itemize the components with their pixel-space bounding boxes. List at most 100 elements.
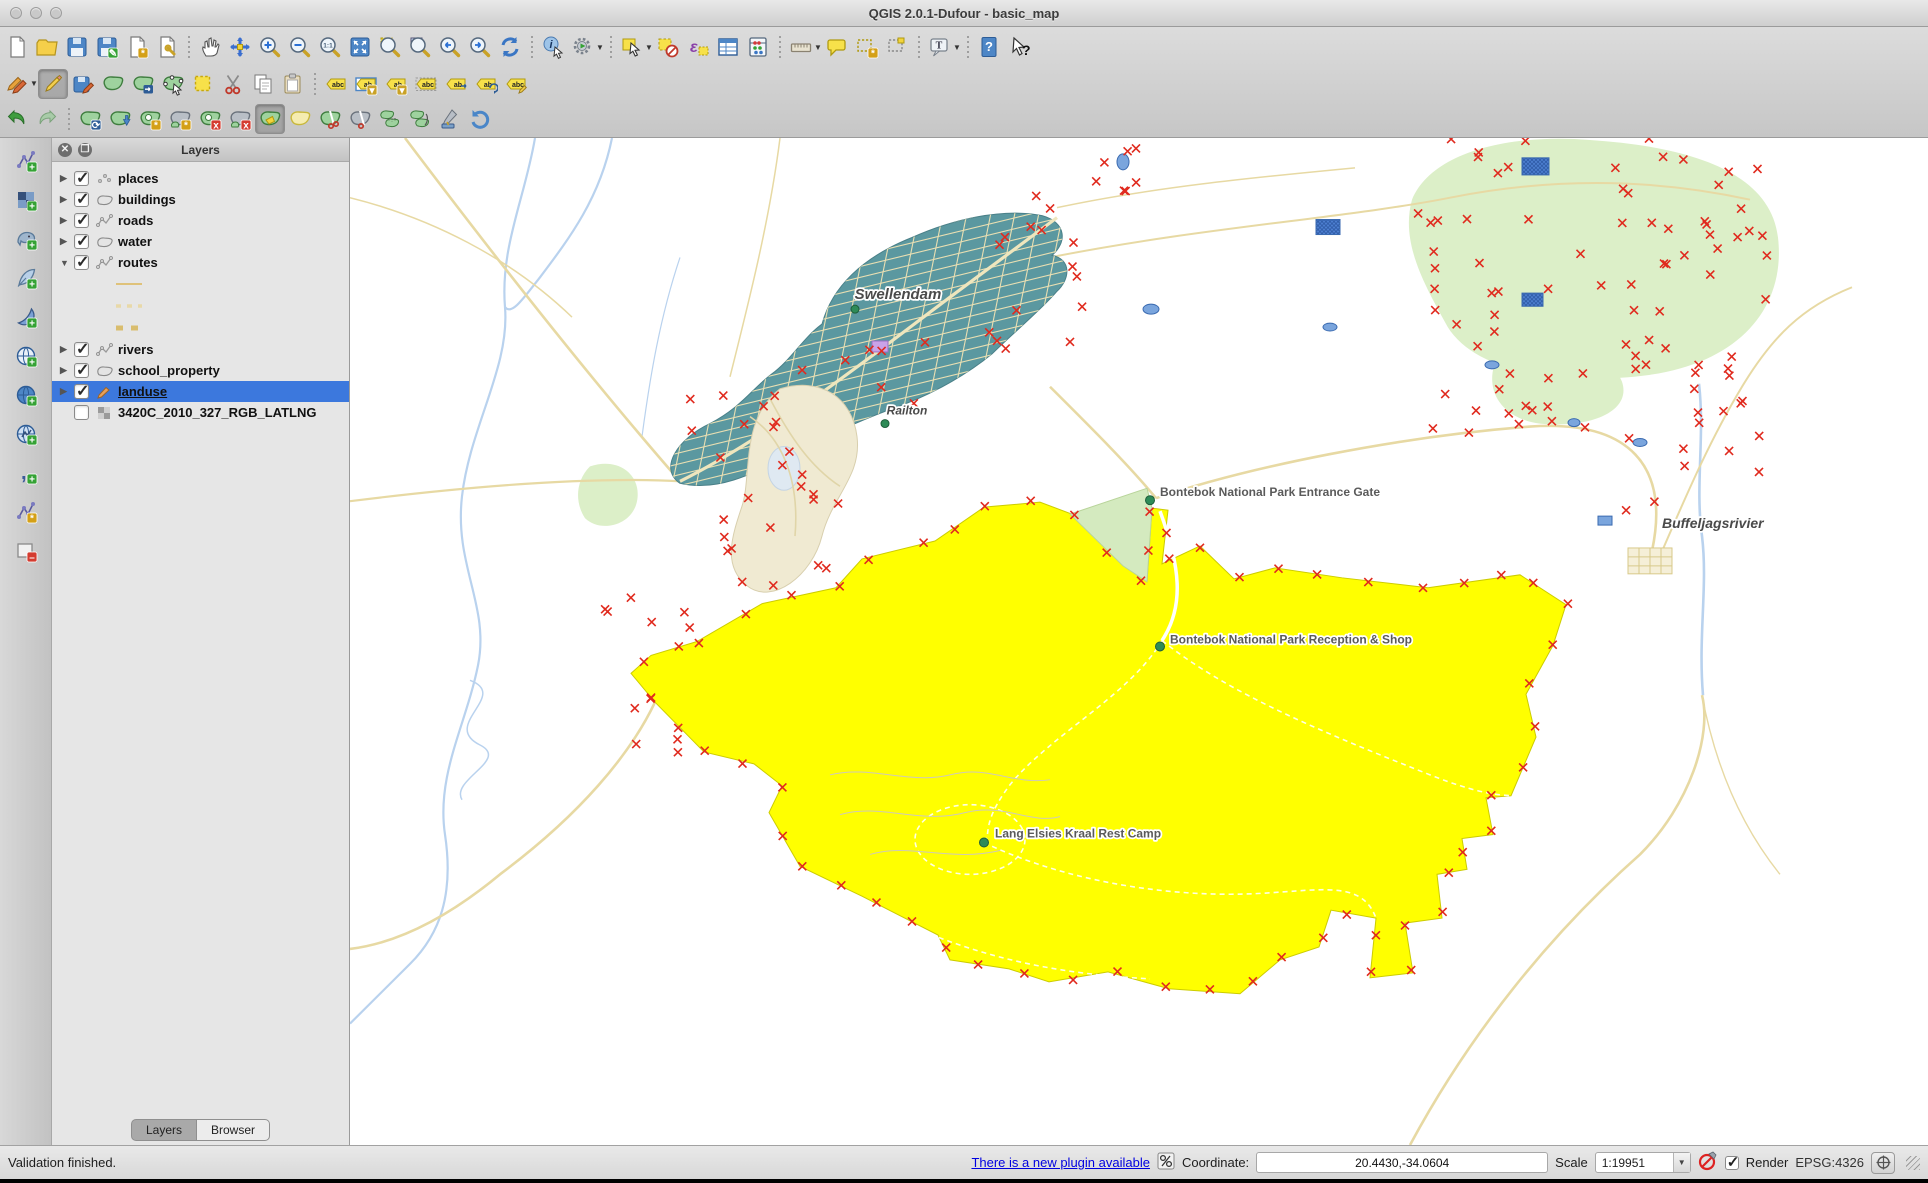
move-label-button[interactable]: ab	[441, 69, 471, 99]
help-contents-button[interactable]: ?	[974, 32, 1004, 62]
vertex-marker-icon[interactable]	[724, 547, 732, 555]
layer-visibility-checkbox[interactable]	[74, 363, 89, 378]
scale-dropdown-arrow-icon[interactable]: ▼	[1673, 1153, 1690, 1172]
open-project-button[interactable]	[32, 32, 62, 62]
zoom-last-button[interactable]	[435, 32, 465, 62]
pin-labels-button[interactable]: ab▾	[351, 69, 381, 99]
new-bookmark-button[interactable]: *	[852, 32, 882, 62]
save-layer-edits-button[interactable]	[68, 69, 98, 99]
vertex-marker-icon[interactable]	[1755, 468, 1763, 476]
vertex-marker-icon[interactable]	[1046, 204, 1054, 212]
run-feature-action-button[interactable]	[568, 32, 598, 62]
vertex-marker-icon[interactable]	[1724, 365, 1732, 373]
layers-panel-header[interactable]: ✕ ❐ Layers	[52, 138, 349, 162]
layer-visibility-checkbox[interactable]	[74, 384, 89, 399]
toggle-editing-button[interactable]	[38, 69, 68, 99]
highlight-pinned-labels-button[interactable]: ab▾	[381, 69, 411, 99]
add-mssql-layer-button[interactable]: +	[10, 302, 42, 332]
vertex-marker-icon[interactable]	[674, 735, 682, 743]
plugin-icon[interactable]	[1157, 1152, 1175, 1173]
show-hidden-labels-button[interactable]: abc	[411, 69, 441, 99]
add-wfs-layer-button[interactable]: +	[10, 419, 42, 449]
field-calculator-button[interactable]	[743, 32, 773, 62]
vertex-marker-icon[interactable]	[648, 618, 656, 626]
layer-item-places[interactable]: ▶places	[52, 168, 349, 189]
vertex-marker-icon[interactable]	[1472, 407, 1480, 415]
open-attribute-table-button[interactable]	[713, 32, 743, 62]
vertex-marker-icon[interactable]	[1066, 338, 1074, 346]
zoom-in-button[interactable]	[255, 32, 285, 62]
show-bookmarks-button[interactable]	[882, 32, 912, 62]
layer-item-buildings[interactable]: ▶buildings	[52, 189, 349, 210]
vertex-marker-icon[interactable]	[1124, 147, 1132, 155]
vertex-marker-icon[interactable]	[1679, 445, 1687, 453]
vertex-marker-icon[interactable]	[686, 395, 694, 403]
undo-button[interactable]	[2, 104, 32, 134]
vertex-marker-icon[interactable]	[1720, 407, 1728, 415]
coordinate-input[interactable]: 20.4430,-34.0604	[1256, 1152, 1548, 1173]
vertex-marker-icon[interactable]	[1100, 158, 1108, 166]
reshape-features-button[interactable]	[255, 104, 285, 134]
layer-item-roads[interactable]: ▶roads	[52, 210, 349, 231]
pan-map-button[interactable]	[195, 32, 225, 62]
vertex-marker-icon[interactable]	[1073, 272, 1081, 280]
measure-button[interactable]	[786, 32, 816, 62]
disclosure-triangle[interactable]: ▼	[60, 258, 74, 268]
vertex-marker-icon[interactable]	[1441, 390, 1449, 398]
vertex-marker-icon[interactable]	[1754, 165, 1762, 173]
layer-item-water[interactable]: ▶water	[52, 231, 349, 252]
add-postgis-layer-button[interactable]: +	[10, 224, 42, 254]
disclosure-triangle[interactable]: ▶	[60, 365, 74, 376]
map-svg[interactable]: Swellendam Railton Bontebok National Par…	[350, 138, 1928, 1145]
layer-visibility-checkbox[interactable]	[74, 213, 89, 228]
resize-grip[interactable]	[1906, 1156, 1920, 1170]
vertex-marker-icon[interactable]	[1681, 462, 1689, 470]
disclosure-triangle[interactable]: ▶	[60, 194, 74, 205]
map-tips-button[interactable]	[822, 32, 852, 62]
vertex-marker-icon[interactable]	[632, 740, 640, 748]
vertex-marker-icon[interactable]	[1132, 144, 1140, 152]
zoom-actual-size-button[interactable]: 1:1	[315, 32, 345, 62]
copy-features-button[interactable]	[248, 69, 278, 99]
add-vector-layer-button[interactable]: +	[10, 146, 42, 176]
zoom-full-extent-button[interactable]	[345, 32, 375, 62]
vertex-marker-icon[interactable]	[1625, 434, 1633, 442]
zoom-to-layer-button[interactable]	[405, 32, 435, 62]
vertex-marker-icon[interactable]	[1078, 303, 1086, 311]
scale-combo[interactable]: 1:19951 ▼	[1595, 1152, 1691, 1173]
reload-edits-button[interactable]	[465, 104, 495, 134]
layer-item-school_property[interactable]: ▶school_property	[52, 360, 349, 381]
composer-manager-button[interactable]	[152, 32, 182, 62]
crs-status-button[interactable]	[1871, 1152, 1895, 1174]
zoom-out-button[interactable]	[285, 32, 315, 62]
vertex-marker-icon[interactable]	[686, 624, 694, 632]
add-wms-layer-button[interactable]: +	[10, 341, 42, 371]
layer-visibility-checkbox[interactable]	[74, 405, 89, 420]
offset-curve-button[interactable]	[285, 104, 315, 134]
select-by-expression-button[interactable]: ε	[683, 32, 713, 62]
deselect-features-button[interactable]	[653, 32, 683, 62]
add-wcs-layer-button[interactable]: +	[10, 380, 42, 410]
vertex-marker-icon[interactable]	[1755, 432, 1763, 440]
new-project-button[interactable]	[2, 32, 32, 62]
vertex-marker-icon[interactable]	[1070, 239, 1078, 247]
layer-item-routes[interactable]: ▼routes	[52, 252, 349, 273]
vertex-marker-icon[interactable]	[1032, 192, 1040, 200]
zoom-next-button[interactable]	[465, 32, 495, 62]
vertex-marker-icon[interactable]	[1725, 372, 1733, 380]
disclosure-triangle[interactable]: ▶	[60, 344, 74, 355]
disclosure-triangle[interactable]: ▶	[60, 173, 74, 184]
vertex-marker-icon[interactable]	[720, 533, 728, 541]
disclosure-triangle[interactable]: ▶	[60, 236, 74, 247]
map-canvas[interactable]: Swellendam Railton Bontebok National Par…	[350, 138, 1928, 1145]
vertex-marker-icon[interactable]	[627, 594, 635, 602]
select-features-button[interactable]	[617, 32, 647, 62]
layer-visibility-checkbox[interactable]	[74, 342, 89, 357]
vertex-marker-icon[interactable]	[1645, 138, 1653, 143]
layer-visibility-checkbox[interactable]	[74, 255, 89, 270]
plugin-update-link[interactable]: There is a new plugin available	[971, 1155, 1150, 1170]
identify-features-button[interactable]: i	[538, 32, 568, 62]
split-features-button[interactable]	[315, 104, 345, 134]
title-bar[interactable]: QGIS 2.0.1-Dufour - basic_map	[0, 0, 1928, 27]
paste-features-button[interactable]	[278, 69, 308, 99]
